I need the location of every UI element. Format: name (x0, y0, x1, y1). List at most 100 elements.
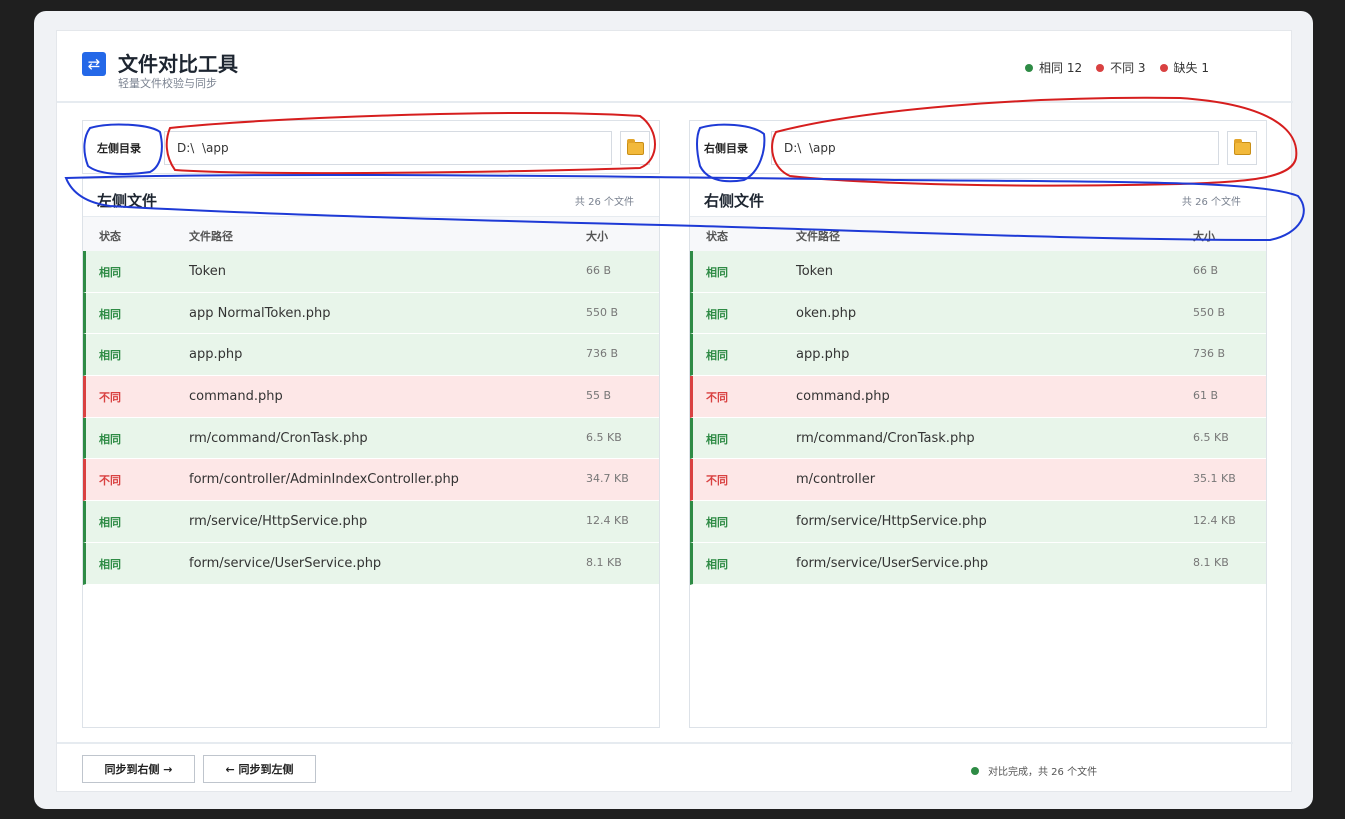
left-browse-button[interactable] (620, 131, 650, 165)
left-dir-label: 左侧目录 (97, 142, 141, 155)
row-status: 相同 (706, 557, 728, 571)
table-row[interactable]: 相同 rm/service/HttpService.php 12.4 KB (83, 501, 659, 543)
left-list-title: 左侧文件 (97, 192, 158, 210)
row-size: 6.5 KB (1193, 430, 1229, 444)
right-dir-input[interactable] (771, 131, 1219, 165)
row-path: oken.php (796, 305, 857, 321)
right-file-list: 右侧文件 共 26 个文件 状态 文件路径 大小 相同 Token 66 B 相同 ok… (689, 178, 1267, 728)
column-size: 大小 (586, 230, 608, 243)
left-file-count: 共 26 个文件 (574, 197, 634, 208)
app-title: 文件对比工具 (118, 52, 238, 76)
header: ⇄ 文件对比工具 轻量文件校验与同步 相同 12 不同 3 缺失 1 (57, 31, 1293, 103)
swap-arrows-icon: ⇄ (82, 52, 106, 76)
row-size: 55 B (586, 389, 612, 403)
stat-label: 缺失 1 (1173, 61, 1209, 75)
row-path: app.php (189, 347, 243, 363)
row-size: 8.1 KB (1193, 555, 1229, 569)
sync-to-right-button[interactable]: 同步到右侧 → (82, 755, 195, 783)
row-status: 相同 (706, 307, 728, 321)
row-status: 相同 (99, 349, 121, 363)
row-status: 相同 (99, 307, 121, 321)
stat-diff: 不同 3 (1096, 59, 1146, 76)
row-size: 12.4 KB (586, 514, 629, 528)
column-path: 文件路径 (796, 230, 840, 243)
table-row[interactable]: 相同 app.php 736 B (690, 334, 1266, 377)
row-path: form/service/HttpService.php (796, 514, 987, 530)
row-size: 6.5 KB (586, 430, 622, 444)
row-status: 相同 (99, 516, 121, 530)
table-row[interactable]: 相同 rm/command/CronTask.php 6.5 KB (690, 417, 1266, 460)
left-column-header: 状态 文件路径 大小 (83, 217, 659, 251)
row-path: form/controller/AdminIndexController.php (189, 472, 459, 488)
row-size: 736 B (586, 347, 619, 361)
row-size: 66 B (1193, 264, 1219, 277)
table-row[interactable]: 相同 oken.php 550 B (690, 292, 1266, 335)
table-row[interactable]: 相同 rm/command/CronTask.php 6.5 KB (83, 417, 659, 460)
row-size: 550 B (1193, 305, 1226, 319)
table-row[interactable]: 不同 m/controller 35.1 KB (690, 459, 1266, 502)
row-size: 35.1 KB (1193, 472, 1236, 486)
left-dir-input[interactable] (164, 131, 612, 165)
status-dot-icon (1025, 63, 1033, 72)
row-path: form/service/UserService.php (189, 555, 382, 571)
table-row[interactable]: 不同 command.php 55 B (83, 376, 659, 418)
row-size: 12.4 KB (1193, 514, 1236, 528)
right-dir-bar: 右侧目录 (689, 120, 1267, 174)
row-path: form/service/UserService.php (796, 555, 989, 571)
folder-icon (626, 138, 644, 155)
app-window: ⇄ 文件对比工具 轻量文件校验与同步 相同 12 不同 3 缺失 1 左侧目录 … (34, 11, 1313, 809)
row-size: 550 B (586, 305, 619, 319)
row-status: 相同 (99, 557, 121, 571)
footer: 同步到右侧 → ← 同步到左侧 对比完成，共 26 个文件 (57, 742, 1293, 793)
row-status: 不同 (99, 474, 121, 488)
footer-status-text: 对比完成，共 26 个文件 (988, 767, 1098, 778)
column-status: 状态 (706, 230, 728, 243)
right-column-header: 状态 文件路径 大小 (690, 217, 1266, 251)
table-row[interactable]: 相同 form/service/HttpService.php 12.4 KB (690, 501, 1266, 543)
row-status: 不同 (99, 391, 121, 405)
row-path: m/controller (796, 472, 876, 488)
table-row[interactable]: 相同 Token 66 B (690, 251, 1266, 293)
row-size: 61 B (1193, 389, 1219, 403)
row-status: 不同 (706, 474, 728, 488)
left-panel: 左侧目录 左侧文件 共 26 个文件 状态 文件路径 大小 相同 Token 66 … (82, 120, 660, 728)
table-row[interactable]: 相同 app.php 736 B (83, 334, 659, 377)
status-dot-icon (971, 766, 979, 775)
right-browse-button[interactable] (1227, 131, 1257, 165)
table-row[interactable]: 相同 app NormalToken.php 550 B (83, 292, 659, 335)
row-path: rm/service/HttpService.php (189, 514, 368, 530)
folder-icon (1233, 138, 1251, 155)
app-subtitle: 轻量文件校验与同步 (118, 77, 217, 90)
column-status: 状态 (99, 230, 121, 243)
row-path: Token (189, 264, 226, 279)
row-path: Token (796, 264, 833, 279)
row-size: 34.7 KB (586, 472, 629, 486)
row-path: rm/command/CronTask.php (796, 430, 975, 446)
stat-same: 相同 12 (1025, 59, 1082, 76)
row-status: 相同 (706, 266, 728, 279)
row-size: 736 B (1193, 347, 1226, 361)
stat-label: 相同 12 (1039, 61, 1083, 75)
row-path: app NormalToken.php (189, 305, 331, 321)
footer-status: 对比完成，共 26 个文件 (971, 763, 1097, 778)
sync-to-left-button[interactable]: ← 同步到左侧 (203, 755, 316, 783)
right-rows: 相同 Token 66 B 相同 oken.php 550 B 相同 app.php 736 B… (690, 251, 1266, 585)
stat-missing: 缺失 1 (1159, 59, 1209, 76)
row-path: command.php (796, 389, 890, 405)
right-panel: 右侧目录 右侧文件 共 26 个文件 状态 文件路径 大小 相同 Token 66 … (689, 120, 1267, 728)
right-list-header: 右侧文件 共 26 个文件 (690, 179, 1266, 217)
table-row[interactable]: 相同 form/service/UserService.php 8.1 KB (83, 542, 659, 585)
row-status: 相同 (99, 266, 121, 279)
table-row[interactable]: 相同 Token 66 B (83, 251, 659, 293)
stat-label: 不同 3 (1110, 61, 1146, 75)
row-status: 相同 (99, 432, 121, 446)
left-list-header: 左侧文件 共 26 个文件 (83, 179, 659, 217)
row-status: 相同 (706, 432, 728, 446)
table-row[interactable]: 相同 form/service/UserService.php 8.1 KB (690, 542, 1266, 585)
row-status: 相同 (706, 349, 728, 363)
row-path: app.php (796, 347, 850, 363)
table-row[interactable]: 不同 command.php 61 B (690, 376, 1266, 418)
stats-bar: 相同 12 不同 3 缺失 1 (1025, 59, 1209, 76)
row-size: 66 B (586, 264, 612, 277)
table-row[interactable]: 不同 form/controller/AdminIndexController.p… (83, 459, 659, 502)
